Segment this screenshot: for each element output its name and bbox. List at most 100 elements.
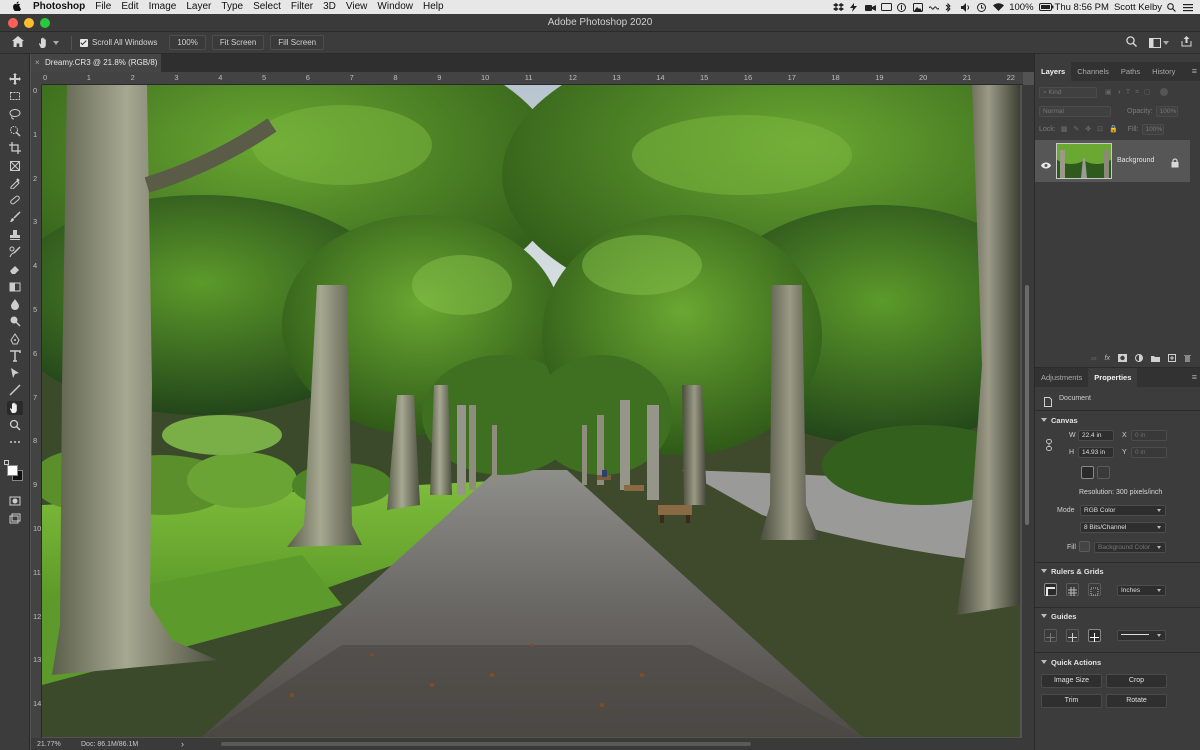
- panel-menu-icon[interactable]: ≡: [1192, 62, 1197, 81]
- status-menu-arrow[interactable]: ›: [181, 739, 184, 749]
- menu-user[interactable]: Scott Kelby: [1114, 2, 1162, 13]
- menu-image[interactable]: Image: [144, 0, 182, 14]
- height-field[interactable]: 14.93 in: [1078, 447, 1114, 458]
- camera-icon[interactable]: [865, 3, 877, 12]
- eyedropper-tool-icon[interactable]: [7, 176, 23, 190]
- canvas-section-title[interactable]: Canvas: [1041, 416, 1078, 425]
- rulers-grids-section-title[interactable]: Rulers & Grids: [1041, 567, 1104, 576]
- dropbox-icon[interactable]: [833, 2, 845, 12]
- pixel-grid-toggle-icon[interactable]: [1088, 583, 1101, 596]
- menu-view[interactable]: View: [341, 0, 373, 14]
- gradient-tool-icon[interactable]: [7, 280, 23, 294]
- home-icon[interactable]: [12, 36, 24, 49]
- smart-guides-icon[interactable]: [1088, 629, 1101, 642]
- brush-tool-icon[interactable]: [7, 210, 23, 224]
- trim-button[interactable]: Trim: [1041, 694, 1102, 708]
- share-icon[interactable]: [1181, 36, 1192, 49]
- menu-3d[interactable]: 3D: [318, 0, 341, 14]
- document-canvas[interactable]: [42, 85, 1020, 737]
- lightning-icon[interactable]: [849, 2, 860, 12]
- layer-effects-icon[interactable]: fx: [1105, 355, 1110, 362]
- menu-clock[interactable]: Thu 8:56 PM: [1055, 2, 1109, 13]
- opacity-field[interactable]: 100%: [1155, 105, 1178, 117]
- tab-layers[interactable]: Layers: [1035, 62, 1072, 81]
- landscape-orientation-icon[interactable]: [1097, 466, 1110, 479]
- quick-actions-section-title[interactable]: Quick Actions: [1041, 658, 1101, 667]
- bit-depth-select[interactable]: 8 Bits/Channel: [1080, 522, 1166, 533]
- y-field[interactable]: 0 in: [1131, 447, 1167, 458]
- menu-app-photoshop[interactable]: Photoshop: [28, 0, 90, 14]
- layer-lock-icon[interactable]: [1171, 155, 1179, 173]
- ruler-toggle-icon[interactable]: [1044, 583, 1057, 596]
- x-field[interactable]: 0 in: [1131, 430, 1167, 441]
- info-circle-icon[interactable]: [897, 2, 908, 12]
- battery-icon[interactable]: [1038, 2, 1054, 12]
- tab-history[interactable]: History: [1146, 62, 1181, 81]
- canvas-fill-select[interactable]: Background Color: [1094, 542, 1166, 553]
- group-folder-icon[interactable]: [1151, 349, 1160, 367]
- tab-channels[interactable]: Channels: [1071, 62, 1115, 81]
- time-machine-icon[interactable]: [977, 2, 988, 12]
- menu-window[interactable]: Window: [372, 0, 418, 14]
- lock-options-icons[interactable]: ▩✎✥⊡🔒: [1061, 125, 1124, 133]
- history-brush-tool-icon[interactable]: [7, 245, 23, 259]
- layer-row-background[interactable]: Background: [1035, 140, 1190, 182]
- image-size-button[interactable]: Image Size: [1041, 674, 1102, 688]
- fill-swatch[interactable]: [1079, 541, 1090, 552]
- status-zoom-level[interactable]: 21.77%: [31, 741, 81, 748]
- pen-tool-icon[interactable]: [7, 332, 23, 346]
- new-layer-icon[interactable]: [1168, 349, 1176, 367]
- volume-icon[interactable]: [961, 2, 972, 12]
- link-layers-icon[interactable]: ∞: [1091, 354, 1097, 363]
- quick-mask-icon[interactable]: [7, 494, 23, 508]
- path-selection-tool-icon[interactable]: [7, 366, 23, 380]
- menu-layer[interactable]: Layer: [181, 0, 216, 14]
- delete-layer-icon[interactable]: [1184, 349, 1191, 367]
- menu-help[interactable]: Help: [418, 0, 449, 14]
- search-icon[interactable]: [1126, 36, 1137, 49]
- apple-icon[interactable]: [10, 0, 22, 14]
- notification-center-icon[interactable]: [1183, 3, 1194, 12]
- more-tools-icon[interactable]: [7, 435, 23, 449]
- crop-button[interactable]: Crop: [1106, 674, 1167, 688]
- ruler-origin[interactable]: [31, 72, 42, 85]
- fit-screen-button[interactable]: Fit Screen: [211, 35, 265, 50]
- screen-icon[interactable]: [881, 2, 893, 12]
- zoom-tool-icon[interactable]: [7, 418, 23, 432]
- frame-tool-icon[interactable]: [7, 159, 23, 173]
- guides-lock-icon[interactable]: [1044, 629, 1057, 642]
- fill-screen-button[interactable]: Fill Screen: [270, 35, 325, 50]
- width-field[interactable]: 22.4 in: [1078, 430, 1114, 441]
- layer-name[interactable]: Background: [1117, 140, 1154, 182]
- marquee-tool-icon[interactable]: [7, 89, 23, 103]
- scroll-all-windows-checkbox[interactable]: Scroll All Windows: [80, 38, 157, 47]
- menu-select[interactable]: Select: [248, 0, 286, 14]
- wifi-icon[interactable]: [993, 2, 1005, 12]
- vertical-ruler[interactable]: 0 1 2 3 4 5 6 7 8 9 10 11 12 13 14: [31, 85, 42, 738]
- blend-mode-select[interactable]: Normal: [1039, 105, 1111, 117]
- spotlight-search-icon[interactable]: [1167, 2, 1178, 12]
- guides-section-title[interactable]: Guides: [1041, 612, 1076, 621]
- color-swatches[interactable]: [4, 460, 26, 484]
- menu-edit[interactable]: Edit: [116, 0, 143, 14]
- horizontal-scroll-thumb[interactable]: [221, 742, 751, 746]
- menu-type[interactable]: Type: [216, 0, 248, 14]
- clone-stamp-tool-icon[interactable]: [7, 228, 23, 242]
- rotate-button[interactable]: Rotate: [1106, 694, 1167, 708]
- tab-properties[interactable]: Properties: [1088, 368, 1138, 387]
- hand-tool-icon[interactable]: [7, 400, 23, 415]
- line-tool-icon[interactable]: [7, 383, 23, 397]
- vertical-scroll-thumb[interactable]: [1025, 285, 1029, 525]
- image-capture-icon[interactable]: [913, 2, 924, 12]
- tab-paths[interactable]: Paths: [1115, 62, 1146, 81]
- tab-adjustments[interactable]: Adjustments: [1035, 368, 1088, 387]
- filter-toggle-icon[interactable]: [1159, 88, 1168, 96]
- color-mode-select[interactable]: RGB Color: [1080, 505, 1166, 516]
- properties-menu-icon[interactable]: ≡: [1192, 368, 1197, 387]
- lasso-tool-icon[interactable]: [7, 107, 23, 121]
- blur-tool-icon[interactable]: [7, 297, 23, 311]
- eraser-tool-icon[interactable]: [7, 262, 23, 276]
- document-tab[interactable]: × Dreamy.CR3 @ 21.8% (RGB/8): [31, 54, 161, 72]
- zoom-100-button[interactable]: 100%: [169, 35, 206, 50]
- visibility-eye-icon[interactable]: [1041, 156, 1051, 174]
